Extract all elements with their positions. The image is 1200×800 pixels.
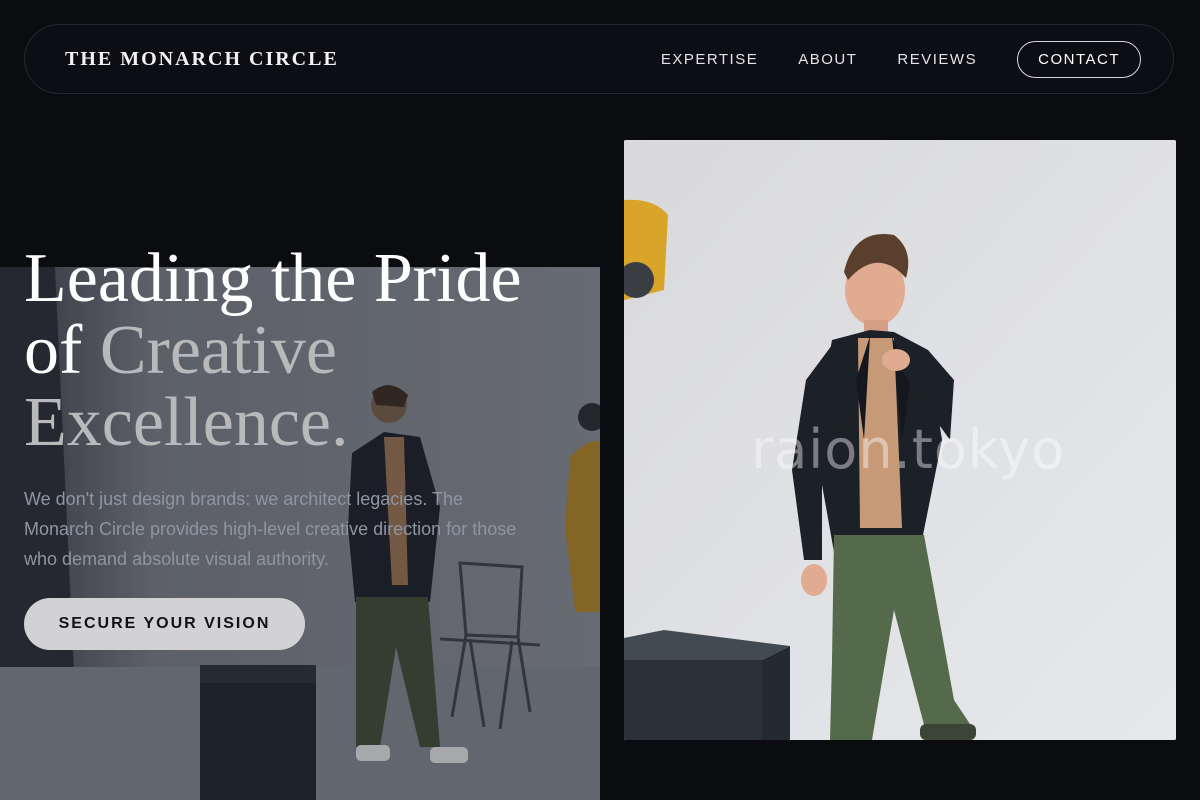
contact-button[interactable]: CONTACT [1017, 41, 1141, 78]
nav-link-expertise[interactable]: EXPERTISE [661, 51, 758, 68]
hero-title-line-2-prefix: of [24, 312, 100, 389]
nav-links: EXPERTISE ABOUT REVIEWS CONTACT [621, 41, 1141, 78]
hero-model-photo: raion.tokyo [624, 140, 1176, 740]
secure-vision-button[interactable]: SECURE YOUR VISION [24, 598, 305, 650]
hero-title-accent: Creative [99, 312, 337, 389]
hero-title-line-3: Excellence. [24, 384, 349, 461]
hero-title-line-1: Leading the Pride [24, 240, 522, 317]
nav-link-about[interactable]: ABOUT [798, 51, 857, 68]
hero-description: We don't just design brands: we architec… [24, 489, 517, 569]
watermark-text: raion.tokyo [751, 418, 1066, 481]
hero-title: Leading the Pride of Creative Excellence… [24, 243, 522, 459]
brand-logo[interactable]: THE MONARCH CIRCLE [65, 48, 339, 71]
nav-link-reviews[interactable]: REVIEWS [897, 51, 977, 68]
top-navigation: THE MONARCH CIRCLE EXPERTISE ABOUT REVIE… [24, 24, 1174, 94]
